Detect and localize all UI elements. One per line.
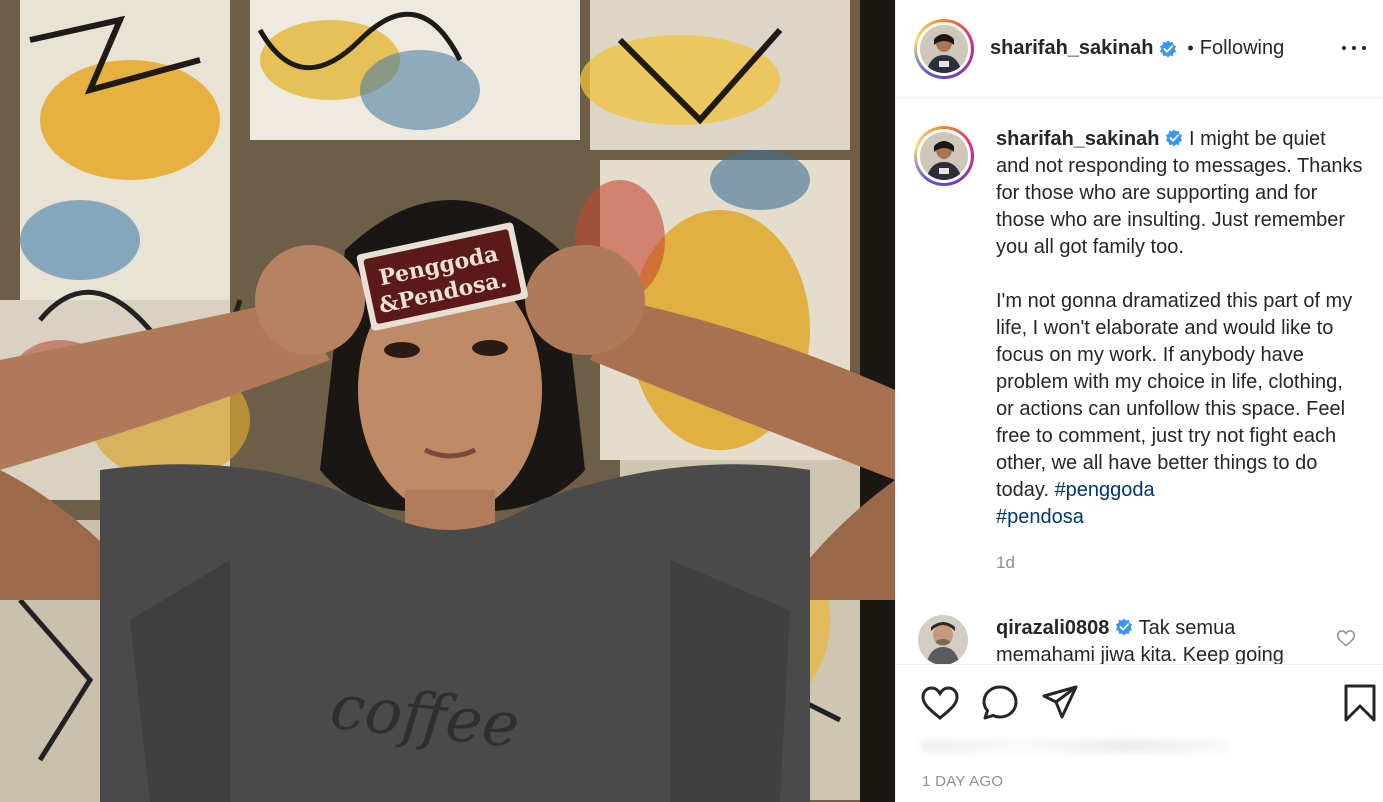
caption-body: sharifah_sakinah I might be quiet and no… — [996, 126, 1364, 576]
caption-avatar[interactable] — [914, 126, 974, 186]
verified-badge-icon — [1116, 618, 1133, 636]
bookmark-icon[interactable] — [1340, 683, 1380, 723]
post-photo-art: coffee Penggoda &Pendosa. — [0, 0, 895, 802]
post-sidebar: sharifah_sakinah • Following sharifah_sa… — [895, 0, 1383, 802]
heart-icon[interactable] — [920, 683, 960, 723]
header-separator: • — [1187, 38, 1194, 58]
post-timestamp[interactable]: 1 DAY AGO — [922, 773, 1003, 790]
post-actions: 1 DAY AGO — [896, 664, 1383, 802]
following-button[interactable]: Following — [1200, 37, 1284, 60]
post-photo[interactable]: coffee Penggoda &Pendosa. — [0, 0, 895, 802]
commenter-avatar[interactable] — [918, 615, 968, 664]
author-avatar-image — [920, 24, 968, 73]
caption: sharifah_sakinah I might be quiet and no… — [914, 126, 1364, 576]
hashtag-link[interactable]: #pendosa — [996, 506, 1084, 528]
comments-list[interactable]: sharifah_sakinah I might be quiet and no… — [896, 98, 1383, 664]
commenter-username[interactable]: qirazali0808 — [996, 617, 1109, 639]
post-header: sharifah_sakinah • Following — [896, 0, 1383, 98]
caption-username[interactable]: sharifah_sakinah — [996, 128, 1159, 150]
more-options-icon[interactable] — [1342, 36, 1366, 60]
comment-like-heart-icon[interactable] — [1336, 628, 1356, 648]
comment-item: qirazali0808 Tak semua memahami jiwa kit… — [918, 615, 1368, 664]
caption-text: I might be quiet and not responding to m… — [996, 128, 1363, 501]
paper-plane-icon[interactable] — [1040, 683, 1080, 723]
comment-body: qirazali0808 Tak semua memahami jiwa kit… — [996, 615, 1316, 664]
verified-badge-icon — [1166, 129, 1183, 147]
likes-count-blurred — [920, 739, 1230, 753]
hashtag-link[interactable]: #penggoda — [1055, 479, 1155, 501]
author-username[interactable]: sharifah_sakinah — [990, 37, 1153, 60]
author-avatar[interactable] — [914, 18, 974, 79]
comment-bubble-icon[interactable] — [980, 683, 1020, 723]
verified-badge-icon — [1160, 39, 1177, 58]
caption-age[interactable]: 1d — [996, 549, 1364, 576]
